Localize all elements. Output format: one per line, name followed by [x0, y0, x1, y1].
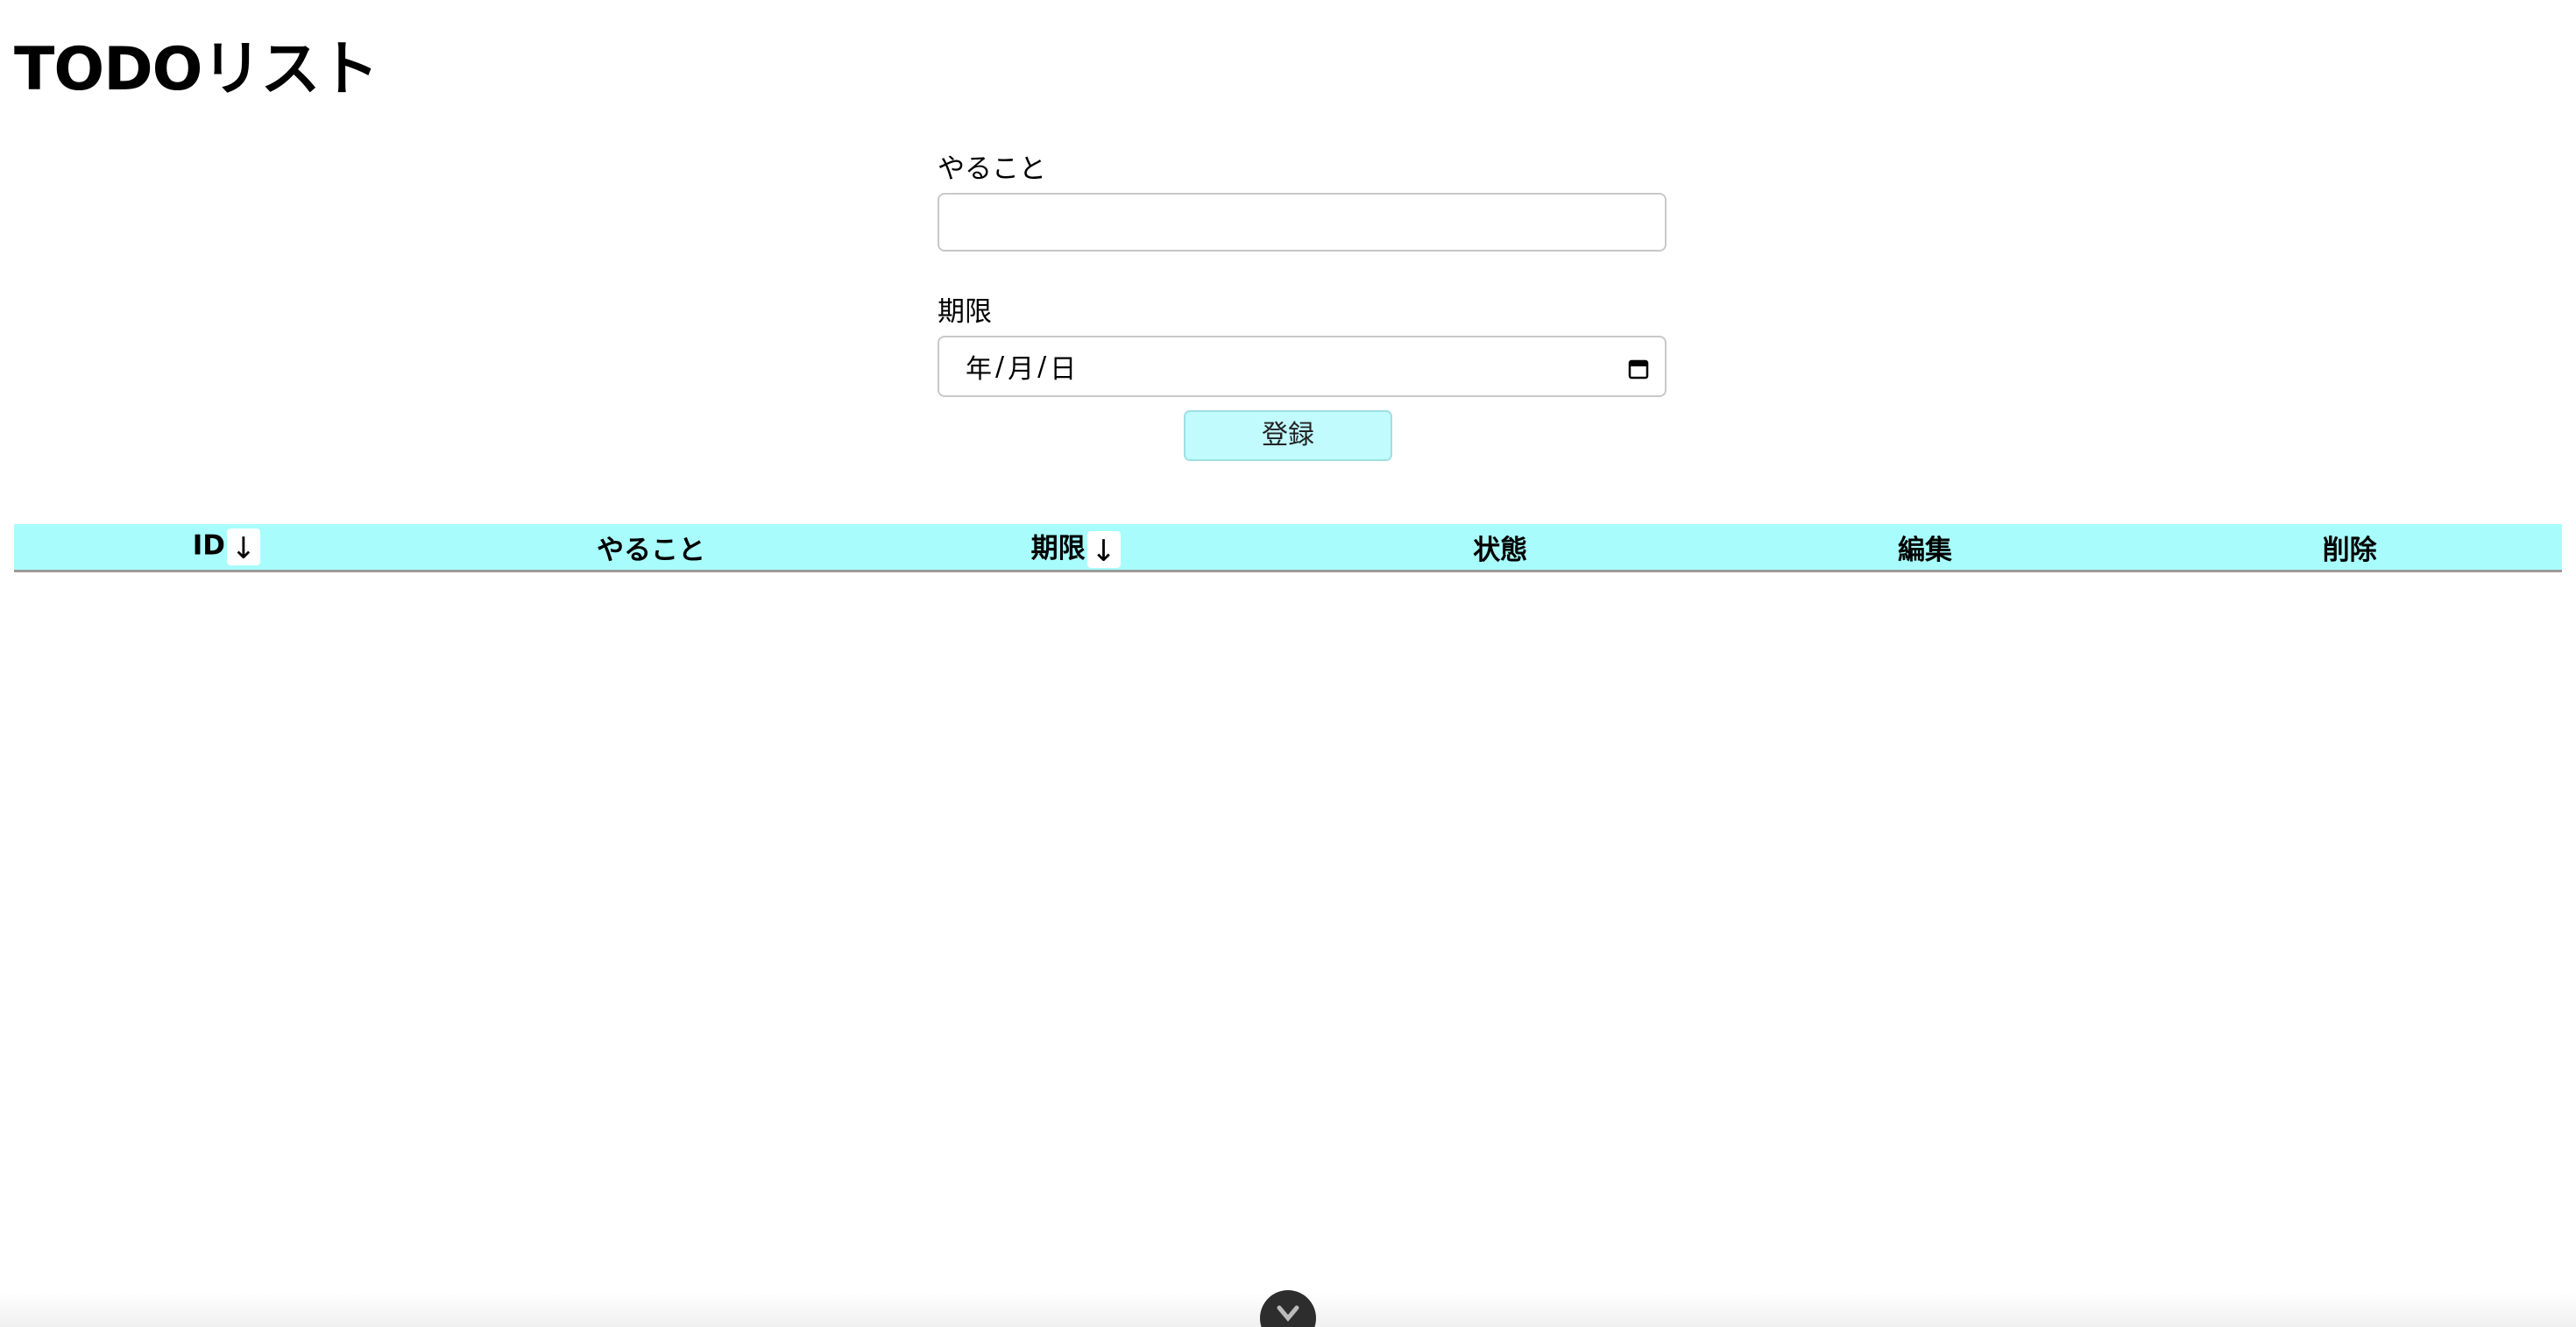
calendar-icon[interactable]: [1628, 356, 1649, 380]
date-month-segment[interactable]: 月: [1008, 347, 1034, 386]
table-header-row: ID ↓ やること 期限 ↓ 状態 編集 削除: [14, 524, 2562, 571]
column-header-id: ID ↓: [14, 524, 439, 571]
column-header-label: ID: [192, 529, 225, 562]
column-header-label: やること: [596, 534, 705, 566]
column-header-label: 削除: [2322, 534, 2377, 566]
todo-label: やること: [938, 153, 1046, 185]
sort-deadline-button[interactable]: ↓: [1086, 531, 1121, 569]
date-year-segment[interactable]: 年: [966, 347, 992, 386]
date-separator: /: [1037, 351, 1047, 382]
chevron-down-icon: [1277, 1305, 1299, 1322]
column-header-edit: 編集: [1713, 524, 2138, 571]
todo-table: ID ↓ やること 期限 ↓ 状態 編集 削除: [14, 524, 2562, 572]
deadline-date-input[interactable]: 年 / 月 / 日: [938, 336, 1667, 397]
date-separator: /: [995, 351, 1005, 382]
todo-form: やること 期限 年 / 月 / 日 登録: [938, 149, 1667, 461]
page: TODOリスト やること 期限 年 / 月 / 日 登録 ID ↓ やること 期…: [0, 0, 2576, 1327]
deadline-label: 期限: [938, 296, 992, 328]
column-header-delete: 削除: [2137, 524, 2562, 571]
column-header-deadline: 期限 ↓: [863, 524, 1288, 571]
register-button[interactable]: 登録: [1184, 410, 1392, 461]
column-header-label: 編集: [1897, 534, 1952, 566]
todo-input[interactable]: [938, 193, 1667, 252]
page-title: TODOリスト: [14, 35, 379, 104]
column-header-status: 状態: [1288, 524, 1713, 571]
date-day-segment[interactable]: 日: [1050, 347, 1076, 386]
column-header-label: 状態: [1473, 534, 1528, 566]
column-header-todo: やること: [439, 524, 864, 571]
sort-id-button[interactable]: ↓: [226, 529, 260, 566]
column-header-label: 期限: [1030, 532, 1086, 564]
